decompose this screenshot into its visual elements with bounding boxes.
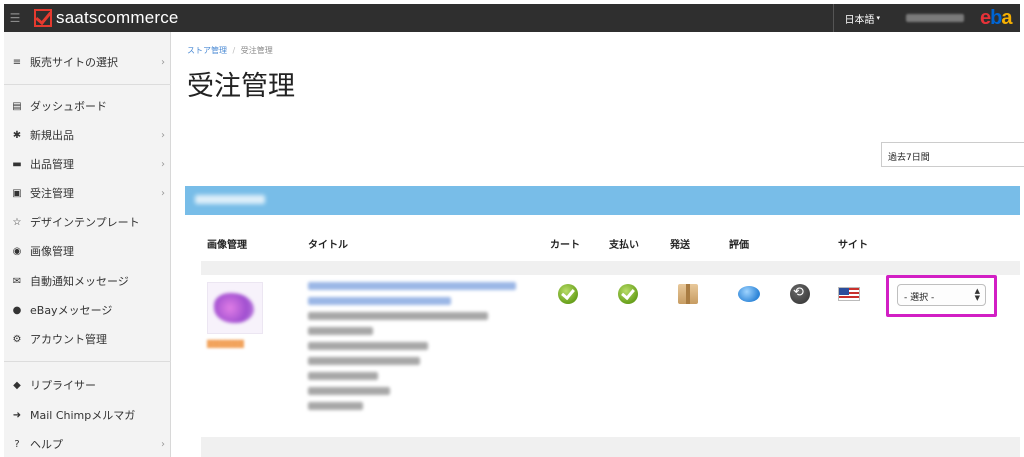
chat-bubble-icon: ● [12, 304, 22, 316]
gears-icon: ⚙ [12, 333, 22, 345]
order-action-select[interactable]: - 選択 - ▲ ▼ [897, 284, 986, 306]
sidebar-item-listing-management[interactable]: ▬ 出品管理 › [4, 150, 171, 178]
sidebar-item-label: リプライサー [30, 379, 96, 392]
sidebar-item-label: 出品管理 [30, 158, 74, 171]
us-flag-icon [838, 287, 860, 301]
payment-check-icon[interactable] [618, 284, 638, 304]
sidebar-item-label: 販売サイトの選択 [30, 56, 118, 69]
sidebar-item-dashboard[interactable]: ▤ ダッシュボード [4, 92, 171, 120]
ebay-logo: eba [980, 6, 1012, 29]
sidebar-item-label: ダッシュボード [30, 100, 107, 113]
chevron-right-icon: › [161, 56, 165, 68]
header-image: 画像管理 [207, 240, 247, 251]
redacted-order-details [308, 282, 516, 417]
header-title: タイトル [308, 240, 348, 251]
redacted-line [308, 387, 390, 395]
header-shipping: 発送 [670, 240, 690, 251]
page-title: 受注管理 [187, 71, 295, 102]
caret-down-icon: ▾ [876, 14, 880, 22]
sidebar-divider [4, 84, 171, 85]
sidebar-item-label: 新規出品 [30, 129, 74, 142]
sidebar-item-label: デザインテンプレート [30, 216, 140, 229]
sidebar-item-image-management[interactable]: ◉ 画像管理 [4, 237, 171, 265]
sign-in-icon: ➜ [12, 409, 22, 421]
header-cart: カート [550, 240, 580, 251]
chevron-right-icon: › [161, 129, 165, 141]
table-separator [201, 261, 1020, 275]
logo-check-icon [34, 9, 52, 27]
table-footer-band [201, 437, 1020, 457]
top-navbar: ☰ saatscommerce 日本語 ▾ eba [4, 4, 1020, 32]
breadcrumb-store-link[interactable]: ストア管理 [187, 46, 227, 55]
tag-icon: ◆ [13, 379, 21, 391]
language-label: 日本語 [844, 14, 875, 26]
brand-logo[interactable]: saatscommerce [34, 8, 179, 28]
redacted-title-link-2[interactable] [308, 297, 451, 305]
sidebar: ≡ 販売サイトの選択 › ▤ ダッシュボード ✱ 新規出品 › ▬ 出品管理 ›… [4, 32, 171, 457]
redacted-line [308, 402, 363, 410]
envelope-icon: ✉ [12, 275, 22, 287]
product-image [214, 293, 254, 323]
header-payment: 支払い [609, 240, 639, 251]
redacted-line [308, 327, 373, 335]
product-thumbnail[interactable] [207, 282, 263, 334]
redacted-title-link[interactable] [308, 282, 516, 290]
chevron-right-icon: › [161, 187, 165, 199]
sidebar-item-site-select[interactable]: ≡ 販売サイトの選択 › [4, 48, 171, 76]
user-name-redacted[interactable] [906, 14, 964, 22]
list-icon: ≡ [12, 56, 22, 68]
header-site: サイト [838, 240, 868, 251]
sidebar-item-label: 自動通知メッセージ [30, 275, 129, 288]
sidebar-item-new-listing[interactable]: ✱ 新規出品 › [4, 121, 171, 149]
breadcrumb: ストア管理 / 受注管理 [187, 45, 273, 56]
header-feedback: 評価 [729, 240, 749, 251]
sidebar-item-help[interactable]: ? ヘルプ › [4, 430, 171, 457]
select-value: - 選択 - [904, 293, 935, 303]
sidebar-item-mailchimp[interactable]: ➜ Mail Chimpメルマガ [4, 401, 171, 429]
sidebar-item-label: eBayメッセージ [30, 304, 113, 317]
order-group-header [185, 186, 1020, 215]
chevron-right-icon: › [161, 438, 165, 450]
period-filter-select[interactable]: 過去7日間 [881, 142, 1024, 167]
sidebar-item-ebay-message[interactable]: ● eBayメッセージ [4, 296, 171, 324]
hamburger-icon[interactable]: ☰ [4, 4, 26, 32]
feedback-bubble-icon[interactable] [738, 286, 760, 302]
language-selector[interactable]: 日本語 ▾ [833, 4, 896, 32]
redacted-line [308, 357, 420, 365]
select-updown-icon: ▲ ▼ [974, 287, 980, 302]
archive-icon: ▬ [12, 158, 22, 170]
sidebar-divider [4, 361, 171, 362]
chevron-right-icon: › [161, 158, 165, 170]
redacted-image-caption: ▇▇▇▇▇▇ [207, 339, 244, 348]
sidebar-item-label: ヘルプ [30, 438, 63, 451]
cart-check-icon[interactable] [558, 284, 578, 304]
redacted-line [308, 342, 428, 350]
sidebar-item-label: 受注管理 [30, 187, 74, 200]
help-icon: ? [14, 438, 20, 450]
magic-star-icon: ☆ [12, 216, 22, 228]
package-icon[interactable] [678, 284, 698, 304]
redacted-line [308, 312, 488, 320]
breadcrumb-current: 受注管理 [240, 46, 273, 55]
sidebar-item-label: Mail Chimpメルマガ [30, 409, 136, 422]
sidebar-item-repricer[interactable]: ◆ リプライサー [4, 371, 171, 399]
camera-icon: ◉ [12, 245, 22, 257]
logo-text: saatscommerce [56, 8, 179, 27]
sidebar-item-design-template[interactable]: ☆ デザインテンプレート [4, 208, 171, 236]
sidebar-item-label: アカウント管理 [30, 333, 107, 346]
sidebar-item-order-management[interactable]: ▣ 受注管理 › [4, 179, 171, 207]
breadcrumb-separator: / [232, 46, 236, 55]
asterisk-icon: ✱ [12, 129, 22, 141]
redacted-line [308, 372, 378, 380]
sidebar-item-auto-notify[interactable]: ✉ 自動通知メッセージ [4, 267, 171, 295]
order-icon: ▣ [12, 187, 22, 199]
redacted-group-label [195, 195, 265, 204]
sidebar-item-account-management[interactable]: ⚙ アカウント管理 [4, 325, 171, 353]
dashboard-chart-icon: ▤ [12, 100, 22, 112]
sidebar-item-label: 画像管理 [30, 245, 74, 258]
reply-icon[interactable] [790, 284, 810, 304]
